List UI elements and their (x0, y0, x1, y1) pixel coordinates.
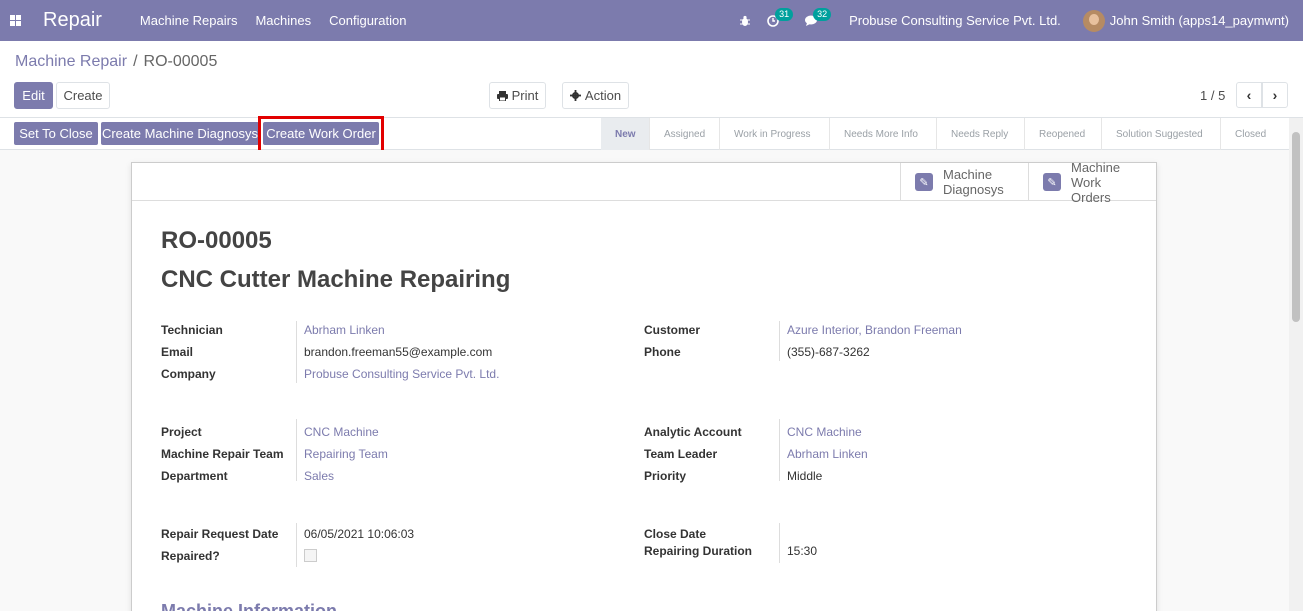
create-button[interactable]: Create (56, 82, 110, 109)
record-title: CNC Cutter Machine Repairing (161, 266, 511, 293)
repair-team-label: Machine Repair Team (161, 447, 284, 461)
repairing-duration-label: Repairing Duration (644, 544, 753, 558)
gear-icon (569, 90, 581, 101)
repair-request-date-value[interactable]: 06/05/2021 10:06:03 (304, 527, 414, 541)
set-to-close-button[interactable]: Set To Close (14, 122, 98, 145)
repair-request-date-label: Repair Request Date (161, 527, 279, 541)
print-icon (496, 90, 508, 101)
department-label: Department (161, 469, 228, 483)
menu-machines[interactable]: Machines (255, 13, 311, 28)
technician-value[interactable]: Abrham Linken (304, 323, 385, 337)
machine-diagnosys-smart-button[interactable]: ✎ Machine Diagnosys (900, 163, 1028, 201)
form-content: ✎ Machine Diagnosys ✎ Machine Work Orders … (0, 150, 1289, 611)
close-date-label: Close Date (644, 527, 707, 541)
app-name[interactable]: Repair (43, 9, 102, 32)
breadcrumb: Machine Repair / RO-00005 (15, 53, 217, 71)
repairing-duration-value[interactable]: 15:30 (787, 544, 817, 558)
user-avatar[interactable] (1082, 9, 1105, 32)
project-label: Project (161, 425, 202, 439)
smart-label: Machine (943, 167, 993, 182)
activity-clock-icon[interactable]: 31 (767, 7, 794, 27)
breadcrumb-current: RO-00005 (143, 53, 218, 70)
pencil-icon: ✎ (1043, 173, 1061, 191)
messages-count-badge: 32 (813, 7, 832, 21)
stage-new[interactable]: New (601, 118, 650, 150)
repaired-checkbox[interactable] (304, 549, 317, 562)
team-leader-label: Team Leader (644, 447, 718, 461)
department-value[interactable]: Sales (304, 469, 334, 483)
breadcrumb-separator: / (133, 53, 138, 70)
field-divider (296, 419, 297, 481)
priority-value[interactable]: Middle (787, 469, 822, 483)
print-label: Print (511, 88, 539, 103)
record-reference: RO-00005 (161, 227, 272, 254)
field-divider (779, 321, 780, 361)
repaired-label: Repaired? (161, 549, 220, 563)
customer-value[interactable]: Azure Interior, Brandon Freeman (787, 323, 962, 337)
debug-bug-icon[interactable] (739, 15, 751, 27)
messages-icon[interactable]: 32 (805, 7, 832, 27)
action-label: Action (584, 88, 622, 103)
stage-needs-more-info[interactable]: Needs More Info (830, 118, 937, 150)
field-divider (296, 321, 297, 383)
email-label: Email (161, 345, 194, 359)
menu-machine-repairs[interactable]: Machine Repairs (140, 13, 238, 28)
stage-reopened[interactable]: Reopened (1025, 118, 1102, 150)
form-sheet: ✎ Machine Diagnosys ✎ Machine Work Orders … (131, 159, 1157, 611)
menu-configuration[interactable]: Configuration (329, 13, 406, 28)
company-label: Company (161, 367, 216, 381)
pager-next-icon[interactable]: › (1262, 82, 1288, 108)
phone-label: Phone (644, 345, 681, 359)
control-panel: Machine Repair / RO-00005 Edit Create Prin… (0, 41, 1303, 118)
team-leader-value[interactable]: Abrham Linken (787, 447, 868, 461)
top-navbar: Repair Machine Repairs Machines Configur… (0, 0, 1303, 41)
edit-button[interactable]: Edit (14, 82, 53, 109)
customer-label: Customer (644, 323, 701, 337)
user-menu[interactable]: John Smith (apps14_paymwnt) (1110, 13, 1289, 28)
project-value[interactable]: CNC Machine (304, 425, 379, 439)
stage-work-in-progress[interactable]: Work in Progress (720, 118, 830, 150)
stage-needs-reply[interactable]: Needs Reply (937, 118, 1025, 150)
pager-previous-icon[interactable]: ‹ (1236, 82, 1262, 108)
email-value[interactable]: brandon.freeman55@example.com (304, 345, 492, 359)
create-machine-diagnosys-button[interactable]: Create Machine Diagnosys (101, 122, 259, 145)
repair-team-value[interactable]: Repairing Team (304, 447, 388, 461)
technician-label: Technician (161, 323, 223, 337)
action-button[interactable]: Action (562, 82, 629, 109)
smart-label: Machine Work (1071, 159, 1121, 190)
stage-closed[interactable]: Closed (1221, 118, 1288, 150)
phone-value[interactable]: (355)-687-3262 (787, 345, 870, 359)
smart-button-box: ✎ Machine Diagnosys ✎ Machine Work Orders (132, 159, 1156, 205)
field-divider (296, 523, 297, 567)
smart-label: Diagnosys (943, 182, 1004, 197)
pager-value[interactable]: 1 / 5 (1200, 88, 1225, 103)
company-value[interactable]: Probuse Consulting Service Pvt. Ltd. (304, 367, 499, 381)
stage-pipeline: New Assigned Work in Progress Needs More… (601, 118, 1288, 150)
page-scrollbar[interactable] (1289, 118, 1303, 611)
scrollbar-thumb[interactable] (1292, 132, 1300, 322)
analytic-account-label: Analytic Account (644, 425, 742, 439)
smart-label: Orders (1071, 189, 1111, 205)
pencil-icon: ✎ (915, 173, 933, 191)
activity-count-badge: 31 (775, 7, 794, 21)
company-switcher[interactable]: Probuse Consulting Service Pvt. Ltd. (849, 13, 1061, 28)
statusbar: Set To Close Create Machine Diagnosys Cr… (0, 118, 1303, 150)
priority-label: Priority (644, 469, 687, 483)
field-divider (779, 523, 780, 563)
machine-information-section-title: Machine Information (161, 601, 338, 611)
apps-menu-icon[interactable] (0, 0, 30, 41)
analytic-account-value[interactable]: CNC Machine (787, 425, 862, 439)
field-divider (779, 419, 780, 481)
stage-solution-suggested[interactable]: Solution Suggested (1102, 118, 1221, 150)
machine-work-orders-smart-button[interactable]: ✎ Machine Work Orders (1028, 159, 1156, 205)
print-button[interactable]: Print (489, 82, 546, 109)
stage-assigned[interactable]: Assigned (650, 118, 720, 150)
breadcrumb-parent[interactable]: Machine Repair (15, 53, 127, 70)
